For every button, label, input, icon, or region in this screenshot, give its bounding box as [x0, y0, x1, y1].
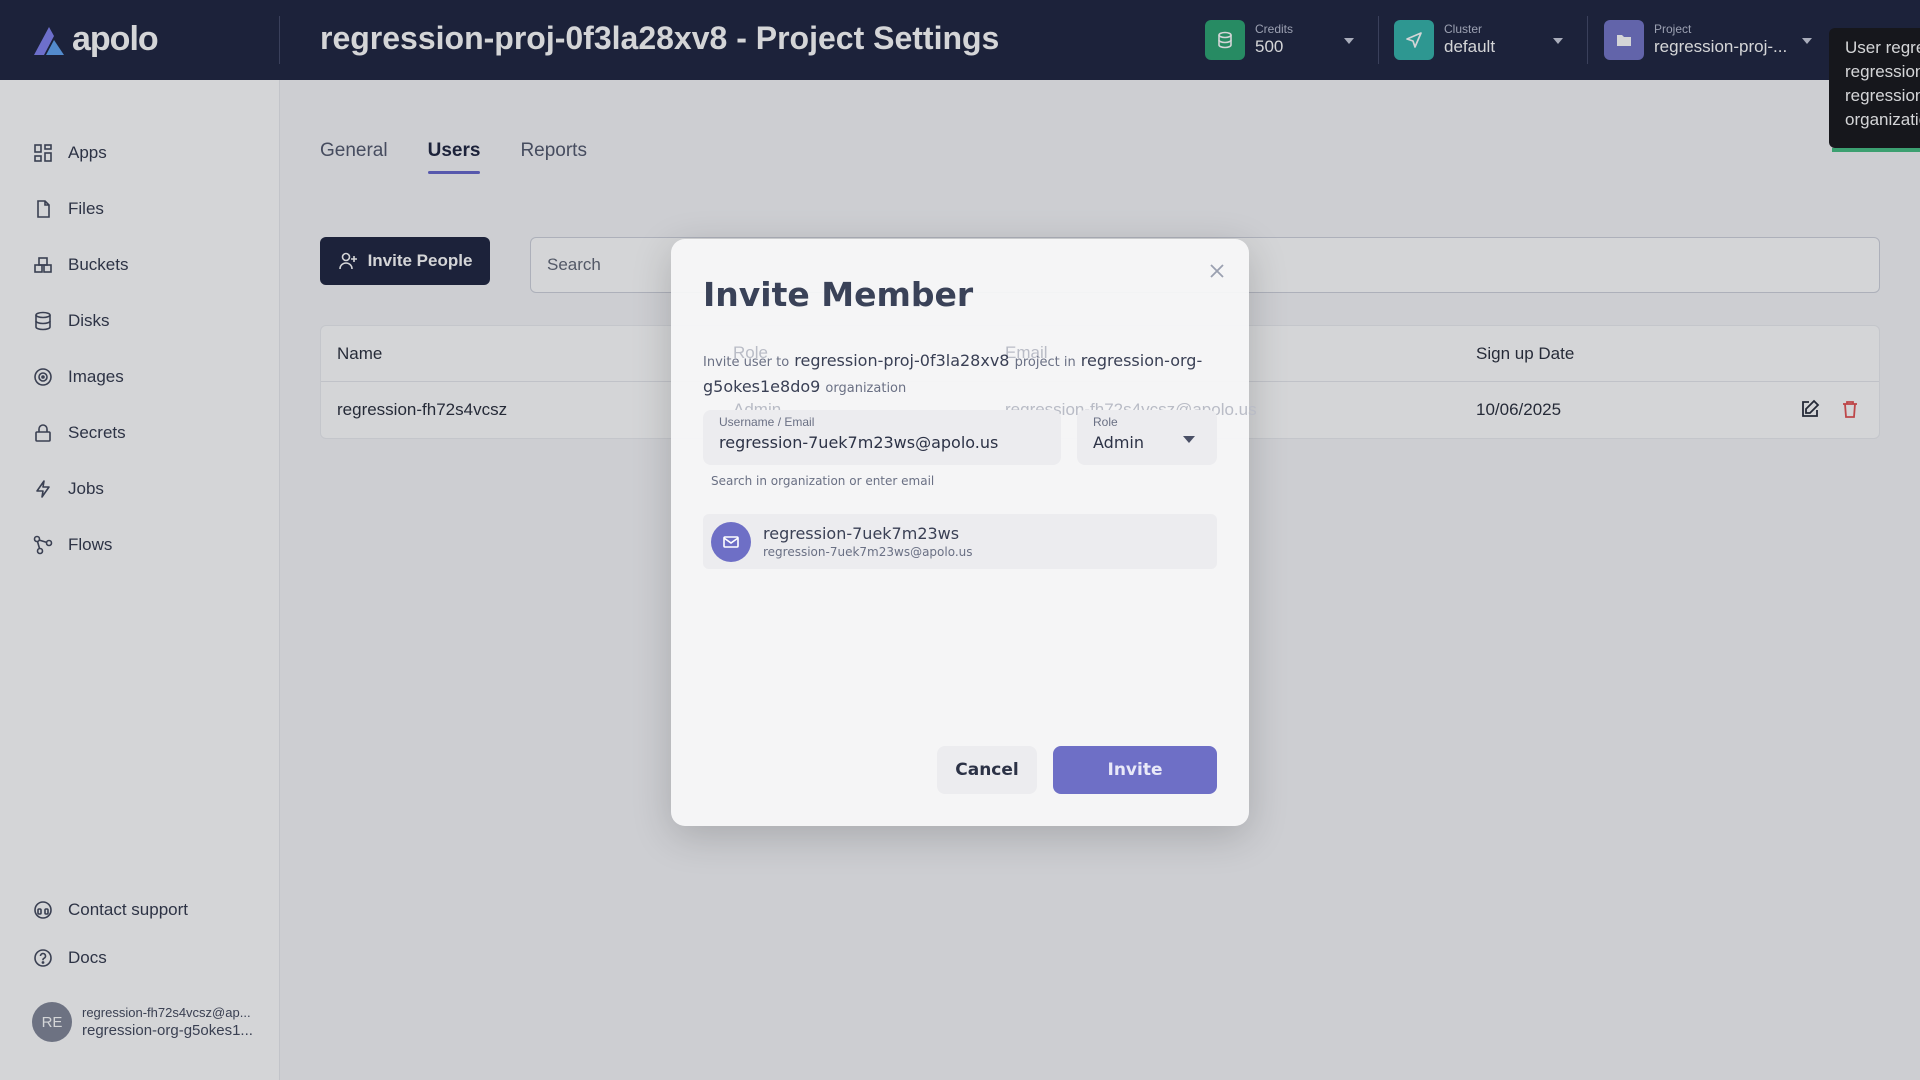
role-select[interactable]: Role Admin	[1077, 410, 1217, 465]
suggestion-email: regression-7uek7m23ws@apolo.us	[763, 544, 973, 559]
desc-prefix: Invite user to	[703, 355, 790, 370]
username-value: regression-7uek7m23ws@apolo.us	[719, 433, 999, 452]
desc-mid: project in	[1014, 355, 1076, 370]
chevron-down-icon	[1183, 436, 1195, 443]
close-icon[interactable]	[1207, 261, 1227, 281]
username-label: Username / Email	[719, 415, 815, 429]
desc-project: regression-proj-0f3la28xv8	[794, 351, 1010, 370]
role-label: Role	[1093, 415, 1118, 429]
desc-org-part1: regression-org-	[1080, 351, 1203, 370]
helper-text: Search in organization or enter email	[711, 474, 935, 488]
dialog-title: Invite Member	[703, 275, 974, 314]
invite-member-dialog: Role Email Admin regression-fh72s4vcsz@a…	[671, 239, 1257, 826]
dialog-description: Invite user to regression-proj-0f3la28xv…	[703, 349, 1223, 401]
mail-icon	[711, 521, 751, 562]
username-email-field[interactable]: Username / Email regression-7uek7m23ws@a…	[703, 410, 1061, 465]
suggestion-name: regression-7uek7m23ws	[763, 523, 960, 543]
desc-suffix: organization	[825, 381, 907, 396]
invite-button[interactable]: Invite	[1053, 746, 1217, 794]
desc-org-part2: g5okes1e8do9	[703, 377, 821, 396]
cancel-button[interactable]: Cancel	[937, 746, 1037, 794]
user-suggestion-option[interactable]: regression-7uek7m23ws regression-7uek7m2…	[703, 514, 1217, 569]
